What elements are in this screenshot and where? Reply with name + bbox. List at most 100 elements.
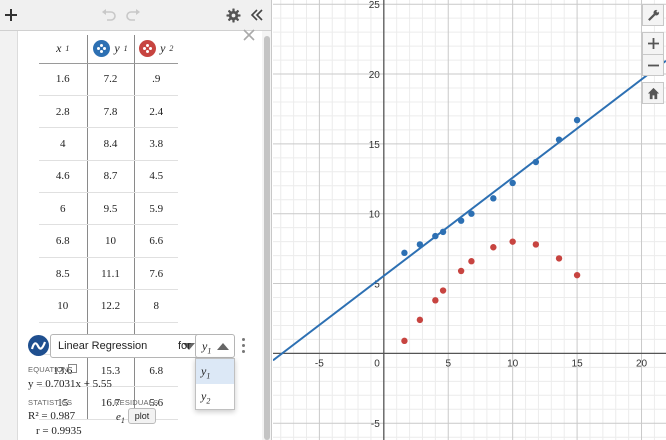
table-cell-x1[interactable]: 4: [39, 127, 88, 161]
column-label-y: y: [160, 41, 166, 56]
equation-text: y = 0.7031x + 5.55: [28, 378, 112, 390]
residuals-label: RESIDUALS: [114, 398, 159, 407]
table-cell-y2[interactable]: 5.9: [134, 192, 178, 226]
table-cell-y1[interactable]: 11.1: [87, 257, 135, 291]
y-tick-label: 10: [369, 210, 381, 221]
column-header-y2[interactable]: y2: [134, 35, 178, 64]
close-icon[interactable]: [242, 28, 260, 46]
table-cell-y2[interactable]: 8: [134, 289, 178, 323]
residual-variable: e1: [116, 411, 125, 426]
for-label: for: [178, 340, 191, 352]
zoom-in-icon[interactable]: [642, 32, 664, 54]
copy-icon[interactable]: [68, 364, 77, 373]
data-point-y1: [490, 195, 497, 202]
statistics-label: STATISTICS: [28, 398, 73, 407]
x-tick-label: 5: [445, 358, 451, 369]
dropdown-option-y1[interactable]: y1: [196, 359, 234, 384]
table-cell-y1[interactable]: 7.8: [87, 95, 135, 129]
table-cell-y2[interactable]: 3.8: [134, 127, 178, 161]
series-style-icon[interactable]: [93, 40, 111, 58]
double-chevron-left-icon[interactable]: [248, 4, 266, 26]
more-options-icon[interactable]: [242, 338, 246, 354]
table-cell-y2[interactable]: 2.4: [134, 95, 178, 129]
dropdown-option-y2[interactable]: y2: [196, 384, 234, 409]
regression-model-label: Linear Regression: [58, 340, 148, 352]
table-header-row: x1 y1 y2: [39, 35, 178, 64]
table-cell-y2[interactable]: 7.6: [134, 257, 178, 291]
wrench-icon[interactable]: [642, 4, 664, 26]
origin-label: 0: [374, 358, 380, 369]
scrollbar-thumb[interactable]: [264, 36, 270, 440]
y-tick-label: 25: [369, 0, 381, 11]
table-cell-y2[interactable]: .9: [134, 63, 178, 96]
table-row: 8.5 11.1 7.6: [39, 257, 178, 291]
data-point-y1: [457, 217, 465, 224]
gear-icon[interactable]: [224, 4, 242, 26]
table-cell-x1[interactable]: 2.8: [39, 95, 88, 129]
data-point-y1: [432, 232, 439, 240]
x-tick-label: 15: [572, 358, 584, 369]
series-dropdown: y1 y2: [195, 358, 235, 410]
regression-row: Linear Regression for y1: [28, 334, 268, 358]
data-point-y2: [573, 271, 581, 279]
plot-residuals-button[interactable]: plot: [128, 408, 156, 424]
data-point-y2: [509, 238, 516, 245]
undo-icon[interactable]: [100, 4, 118, 26]
series-select-value: y1: [202, 339, 212, 356]
table-cell-x1[interactable]: 8.5: [39, 257, 88, 291]
table-row: 1.6 7.2.9: [39, 63, 178, 96]
x-tick-label: -5: [315, 358, 324, 369]
plus-icon[interactable]: [2, 4, 20, 26]
data-point-y1: [439, 228, 447, 236]
home-icon[interactable]: [642, 82, 664, 104]
y-tick-label: -5: [371, 419, 380, 430]
data-point-y1: [573, 116, 581, 124]
x-tick-label: 20: [636, 358, 648, 369]
graph-tools: [642, 4, 664, 104]
table-cell-y1[interactable]: 8.7: [87, 160, 135, 194]
data-point-y1: [532, 158, 540, 166]
table-cell-y1[interactable]: 7.2: [87, 63, 135, 96]
table-cell-x1[interactable]: 10: [39, 289, 88, 323]
data-point-y1: [468, 210, 475, 217]
data-point-y2: [490, 244, 497, 251]
table-row: 4.6 8.7 4.5: [39, 160, 178, 194]
table-cell-y2[interactable]: 6.6: [134, 224, 178, 258]
table-cell-y2[interactable]: 4.5: [134, 160, 178, 194]
chevron-up-icon: [217, 343, 229, 350]
series-select[interactable]: y1: [195, 334, 235, 358]
graph-svg[interactable]: -5 5 10 15 20-55101520250: [273, 0, 666, 440]
data-point-y1: [555, 136, 563, 143]
table-cell-x1[interactable]: 6: [39, 192, 88, 226]
regression-icon: [28, 335, 49, 356]
table-cell-y1[interactable]: 8.4: [87, 127, 135, 161]
column-label-sub: 1: [65, 44, 70, 54]
equation-label: EQUATION: [28, 365, 69, 374]
table-row: 10 12.2 8: [39, 289, 178, 323]
table-cell-y1[interactable]: 12.2: [87, 289, 135, 323]
column-header-y1[interactable]: y1: [87, 35, 135, 64]
data-point-y1: [401, 249, 408, 257]
y-tick-label: 15: [369, 140, 381, 151]
table-cell-x1[interactable]: 4.6: [39, 160, 88, 194]
redo-icon[interactable]: [124, 4, 142, 26]
table-cell-x1[interactable]: 1.6: [39, 63, 88, 96]
data-point-y2: [555, 255, 563, 262]
data-point-y2: [457, 267, 465, 275]
series-style-icon[interactable]: [139, 40, 157, 58]
data-point-y2: [401, 337, 408, 345]
data-table: x1 y1 y2 1.6 7.2 .9 2.8 7.8 2.4 4 8.4 3.…: [39, 35, 178, 420]
column-label-x: x: [56, 41, 62, 56]
r-squared-value: R² = 0.987: [28, 410, 76, 422]
table-cell-y1[interactable]: 9.5: [87, 192, 135, 226]
data-point-y1: [416, 241, 424, 248]
graph-canvas[interactable]: -5 5 10 15 20 -5 5 10 15 20 25 0: [273, 0, 666, 440]
table-cell-x1[interactable]: 6.8: [39, 224, 88, 258]
column-header-x1[interactable]: x1: [39, 35, 88, 64]
table-cell-y1[interactable]: 10: [87, 224, 135, 258]
table-cell-y2[interactable]: 6.8: [134, 354, 178, 388]
expression-toolbar: [0, 0, 271, 31]
column-label-sub: 2: [169, 44, 174, 54]
table-row: 4 8.4 3.8: [39, 127, 178, 161]
zoom-out-icon[interactable]: [642, 54, 664, 76]
